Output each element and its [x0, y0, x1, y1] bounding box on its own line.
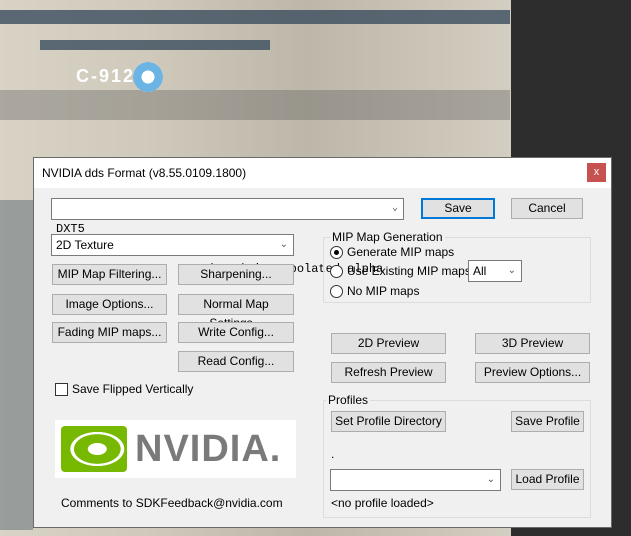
load-profile-button[interactable]: Load Profile: [511, 469, 584, 490]
radio-unselected[interactable]: [330, 264, 343, 278]
aircraft-marking: C-912: [76, 66, 136, 86]
texture-type-value: 2D Texture: [56, 238, 114, 252]
radio-existing-mip[interactable]: Use Existing MIP maps: [330, 264, 471, 278]
set-profile-directory-button[interactable]: Set Profile Directory: [331, 411, 446, 432]
save-button[interactable]: Save: [421, 198, 495, 219]
radio-label: Use Existing MIP maps: [347, 264, 471, 278]
existing-mip-select[interactable]: All ⌄: [468, 260, 522, 282]
save-profile-button[interactable]: Save Profile: [511, 411, 584, 432]
dialog-title: NVIDIA dds Format (v8.55.0109.1800): [42, 166, 247, 180]
roundel-icon: [133, 62, 163, 92]
nvidia-wordmark: NVIDIA.: [135, 427, 282, 470]
profile-status: <no profile loaded>: [331, 496, 434, 510]
radio-unselected[interactable]: [330, 284, 343, 298]
nvidia-eye-icon: [61, 426, 127, 472]
close-button[interactable]: x: [587, 163, 606, 182]
radio-label: No MIP maps: [347, 284, 420, 298]
refresh-preview-button[interactable]: Refresh Preview: [331, 362, 446, 383]
read-config-button[interactable]: Read Config...: [178, 351, 294, 372]
chevron-down-icon: ⌄: [507, 265, 516, 276]
profile-path: .: [331, 447, 335, 461]
chevron-down-icon: ⌄: [486, 474, 495, 485]
format-select[interactable]: DXT5 ARGB 8 bpp | interpolated alpha ⌄: [51, 198, 404, 276]
3d-preview-button[interactable]: 3D Preview: [475, 333, 590, 354]
comments-text: Comments to SDKFeedback@nvidia.com: [61, 496, 283, 510]
save-flipped-label: Save Flipped Vertically: [72, 382, 194, 396]
radio-no-mip[interactable]: No MIP maps: [330, 284, 419, 298]
radio-label: Generate MIP maps: [347, 245, 455, 259]
2d-preview-button[interactable]: 2D Preview: [331, 333, 446, 354]
write-config-button[interactable]: Write Config...: [178, 322, 294, 343]
cancel-button[interactable]: Cancel: [511, 198, 583, 219]
fading-mip-maps-button[interactable]: Fading MIP maps...: [52, 322, 167, 343]
save-flipped-checkbox[interactable]: Save Flipped Vertically: [55, 382, 193, 396]
radio-generate-mip[interactable]: Generate MIP maps: [330, 245, 454, 259]
profile-select[interactable]: ⌄: [330, 469, 501, 491]
nvidia-dds-dialog: NVIDIA dds Format (v8.55.0109.1800) x DX…: [33, 157, 612, 528]
mip-legend: MIP Map Generation: [330, 230, 445, 244]
radio-selected[interactable]: [330, 245, 343, 259]
texture-type-select[interactable]: 2D Texture ⌄: [51, 234, 294, 256]
sharpening-button[interactable]: Sharpening...: [178, 264, 294, 285]
mip-filtering-button[interactable]: MIP Map Filtering...: [52, 264, 167, 285]
normal-map-settings-button[interactable]: Normal Map Settings...: [178, 294, 294, 330]
chevron-down-icon: ⌄: [279, 239, 288, 250]
profiles-legend: Profiles: [326, 393, 371, 407]
preview-options-button[interactable]: Preview Options...: [475, 362, 590, 383]
image-options-button[interactable]: Image Options...: [52, 294, 167, 315]
nvidia-logo: NVIDIA.: [55, 420, 296, 478]
existing-mip-value: All: [473, 264, 487, 278]
title-bar[interactable]: NVIDIA dds Format (v8.55.0109.1800) x: [34, 158, 611, 188]
checkbox-box[interactable]: [55, 382, 68, 396]
chevron-down-icon: ⌄: [391, 203, 398, 214]
